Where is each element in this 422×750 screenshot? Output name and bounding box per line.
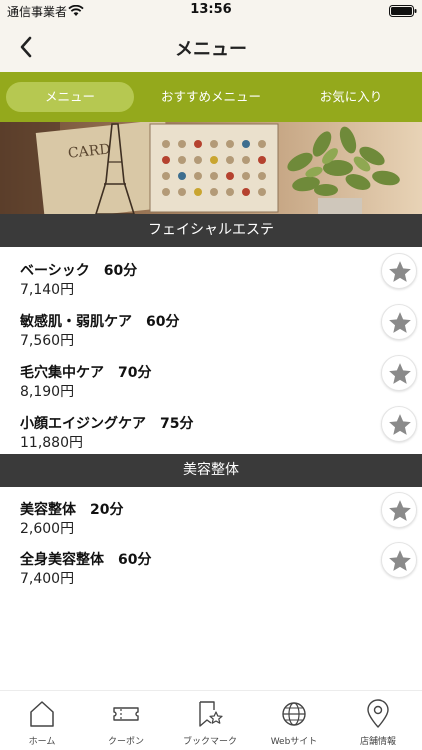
- item-name: 美容整体 20分: [20, 502, 124, 518]
- status-bar: 通信事業者 13:56: [0, 0, 422, 22]
- star-icon: [389, 500, 411, 521]
- tab-favorites[interactable]: お気に入り: [288, 82, 414, 112]
- list-item[interactable]: 美容整体 20分 2,600円: [0, 492, 422, 548]
- tab-recommended[interactable]: おすすめメニュー: [148, 82, 274, 112]
- battery-icon: [389, 5, 417, 17]
- status-time: 13:56: [190, 2, 232, 17]
- favorite-button[interactable]: [381, 542, 417, 578]
- list-item[interactable]: 毛穴集中ケア 70分 8,190円: [0, 355, 422, 411]
- nav-label: Webサイト: [270, 737, 318, 747]
- star-icon: [389, 414, 411, 435]
- nav-store-info[interactable]: 店舗情報: [336, 691, 420, 750]
- nav-label: ホーム: [28, 737, 56, 747]
- tab-menu[interactable]: メニュー: [6, 82, 134, 112]
- navigation-bar: メニュー: [0, 22, 422, 72]
- favorite-button[interactable]: [381, 355, 417, 391]
- tab-bar: メニュー おすすめメニュー お気に入り: [0, 72, 422, 122]
- bookmark-icon: [199, 701, 223, 727]
- nav-label: 店舗情報: [359, 737, 396, 747]
- list-item[interactable]: ベーシック 60分 7,140円: [0, 253, 422, 309]
- item-name: 小顔エイジングケア 75分: [20, 416, 194, 432]
- nav-bookmark[interactable]: ブックマーク: [168, 691, 252, 750]
- nav-label: ブックマーク: [182, 737, 237, 747]
- nav-home[interactable]: ホーム: [0, 691, 84, 750]
- globe-icon: [282, 702, 306, 726]
- page-title: メニュー: [175, 39, 247, 60]
- item-name: 毛穴集中ケア 70分: [20, 365, 152, 381]
- item-price: 7,140円: [20, 282, 75, 298]
- bottom-navigation: ホーム クーポン ブックマーク Webサイト 店舗情報: [0, 690, 422, 750]
- nav-label: クーポン: [107, 737, 144, 747]
- nav-website[interactable]: Webサイト: [252, 691, 336, 750]
- list-item[interactable]: 敏感肌・弱肌ケア 60分 7,560円: [0, 304, 422, 360]
- section-header-facial: フェイシャルエステ: [0, 214, 422, 247]
- coupon-icon: [113, 707, 139, 721]
- section-header-body: 美容整体: [0, 454, 422, 487]
- nav-coupon[interactable]: クーポン: [84, 691, 168, 750]
- favorite-button[interactable]: [381, 253, 417, 289]
- hero-image: CARD: [0, 122, 422, 214]
- star-icon: [389, 550, 411, 571]
- item-price: 11,880円: [20, 435, 83, 451]
- item-name: ベーシック 60分: [20, 263, 138, 279]
- home-icon: [30, 701, 54, 727]
- item-price: 7,560円: [20, 333, 75, 349]
- item-price: 7,400円: [20, 571, 75, 587]
- location-pin-icon: [367, 699, 389, 728]
- favorite-button[interactable]: [381, 406, 417, 442]
- star-icon: [389, 363, 411, 384]
- favorite-button[interactable]: [381, 492, 417, 528]
- favorite-button[interactable]: [381, 304, 417, 340]
- list-item[interactable]: 全身美容整体 60分 7,400円: [0, 542, 422, 598]
- star-icon: [389, 312, 411, 333]
- star-icon: [389, 261, 411, 282]
- item-price: 8,190円: [20, 384, 75, 400]
- item-name: 全身美容整体 60分: [20, 552, 152, 568]
- item-price: 2,600円: [20, 521, 75, 537]
- item-name: 敏感肌・弱肌ケア 60分: [20, 314, 180, 330]
